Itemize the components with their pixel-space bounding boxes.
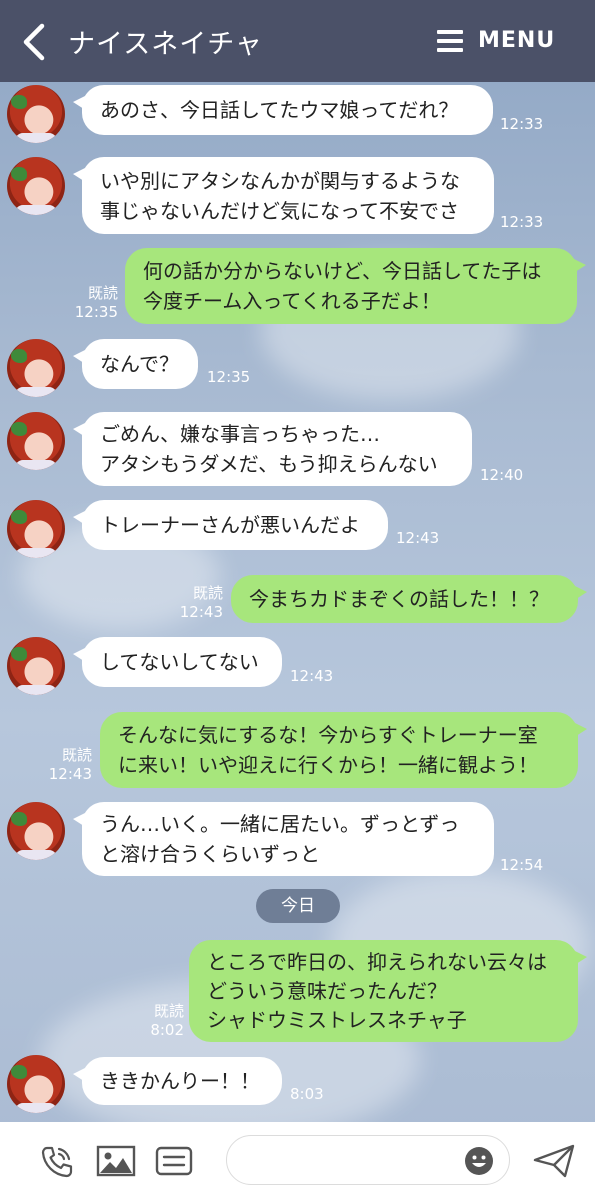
message-time: 8:03: [290, 1085, 324, 1103]
incoming-message[interactable]: なんで？: [73, 339, 198, 389]
chat-message-list[interactable]: あのさ、今日話してたウマ娘ってだれ？ 12:33 いや別にアタシなんかが関与する…: [0, 82, 595, 1122]
contact-name[interactable]: ナイスネイチャ: [68, 22, 263, 61]
message-time: 12:35: [207, 368, 251, 386]
message-time: 8:02: [150, 1021, 184, 1039]
read-receipt: 既読 8:02: [126, 1002, 184, 1040]
keyboard-text-icon[interactable]: [155, 1146, 193, 1176]
incoming-message[interactable]: トレーナーさんが悪いんだよ: [73, 500, 388, 550]
read-receipt: 既読 12:35: [60, 284, 118, 322]
phone-call-icon[interactable]: [40, 1145, 74, 1179]
date-separator: 今日: [256, 889, 340, 923]
outgoing-message[interactable]: 何の話か分からないけど、今日話してた子は 今度チーム入ってくれる子だよ！: [125, 248, 586, 324]
contact-avatar[interactable]: [7, 85, 65, 143]
contact-avatar[interactable]: [7, 157, 65, 215]
read-label: 既読: [61, 746, 92, 764]
outgoing-message[interactable]: ところで昨日の、抑えられない云々は どういう意味だったんだ？ シャドウミストレス…: [189, 940, 587, 1042]
message-time: 12:43: [290, 667, 334, 685]
message-time: 12:35: [74, 303, 118, 321]
message-time: 12:43: [396, 529, 440, 547]
outgoing-message[interactable]: そんなに気にするな！今からすぐトレーナー室 に来い！いや迎えに行くから！一緒に観…: [100, 712, 587, 788]
message-time: 12:33: [500, 115, 544, 133]
read-receipt: 既読 12:43: [165, 584, 223, 622]
contact-avatar[interactable]: [7, 339, 65, 397]
read-label: 既読: [192, 584, 223, 602]
read-receipt: 既読 12:43: [34, 746, 92, 784]
menu-button[interactable]: MENU: [478, 28, 555, 53]
hamburger-menu-icon[interactable]: [437, 30, 463, 52]
message-time: 12:43: [179, 603, 223, 621]
message-time: 12:54: [500, 856, 544, 874]
incoming-message[interactable]: うん…いく。一緒に居たい。ずっとずっ と溶け合うくらいずっと: [73, 802, 494, 876]
contact-avatar[interactable]: [7, 500, 65, 558]
incoming-message[interactable]: ききかんりー！！: [73, 1057, 282, 1105]
send-icon[interactable]: [532, 1143, 576, 1179]
outgoing-message[interactable]: 今まちカドまぞくの話した！！？: [231, 575, 587, 623]
contact-avatar[interactable]: [7, 412, 65, 470]
contact-avatar[interactable]: [7, 1055, 65, 1113]
incoming-message[interactable]: あのさ、今日話してたウマ娘ってだれ？: [73, 85, 493, 135]
chat-header: ナイスネイチャ MENU: [0, 0, 595, 82]
message-time: 12:33: [500, 213, 544, 231]
contact-avatar[interactable]: [7, 802, 65, 860]
back-arrow-icon[interactable]: [20, 22, 50, 62]
message-time: 12:43: [48, 765, 92, 783]
incoming-message[interactable]: ごめん、嫌な事言っちゃった… アタシもうダメだ、もう抑えらんない: [73, 412, 472, 486]
contact-avatar[interactable]: [7, 637, 65, 695]
image-icon[interactable]: [96, 1145, 136, 1177]
message-time: 12:40: [480, 466, 524, 484]
incoming-message[interactable]: してないしてない: [73, 637, 282, 687]
read-label: 既読: [87, 284, 118, 302]
incoming-message[interactable]: いや別にアタシなんかが関与するような 事じゃないんだけど気になって不安でさ: [73, 157, 494, 234]
emoji-icon[interactable]: [464, 1146, 494, 1176]
read-label: 既読: [153, 1002, 184, 1020]
